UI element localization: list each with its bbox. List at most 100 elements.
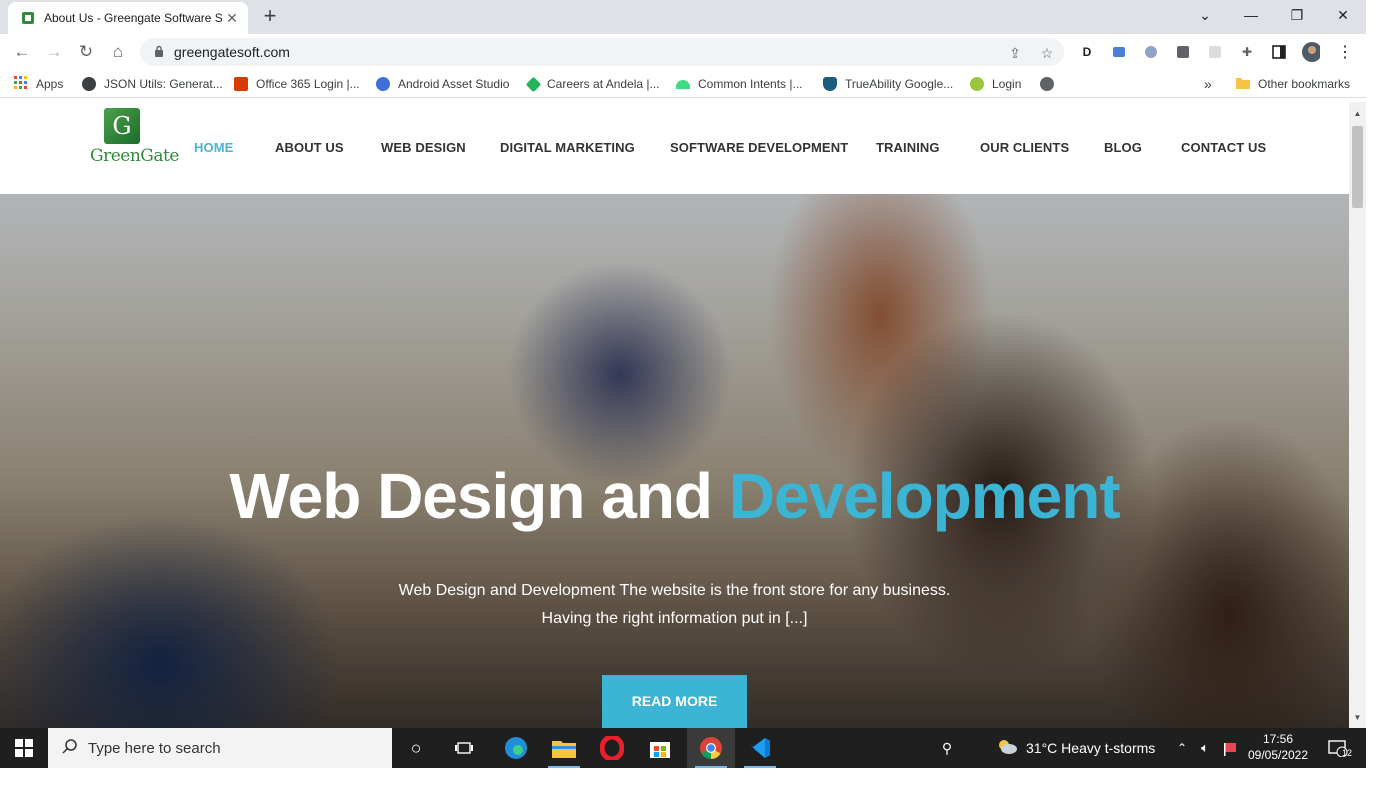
nav-digital-marketing[interactable]: DIGITAL MARKETING [500, 140, 635, 155]
nav-home[interactable]: HOME [194, 140, 233, 155]
new-tab-icon[interactable]: + [258, 5, 282, 29]
extension-box-icon[interactable] [1174, 43, 1192, 61]
bookmark-apps[interactable]: Apps [14, 75, 63, 93]
nav-about-us[interactable]: ABOUT US [275, 140, 344, 155]
share-icon[interactable]: ⇪ [1006, 44, 1024, 62]
profile-avatar[interactable] [1302, 42, 1320, 62]
edge-icon[interactable] [492, 728, 540, 768]
file-explorer-icon[interactable] [540, 728, 588, 768]
weather-text: 31°C Heavy t-storms [1026, 740, 1156, 756]
nav-contact-us[interactable]: CONTACT US [1181, 140, 1266, 155]
nav-web-design[interactable]: WEB DESIGN [381, 140, 466, 155]
bookmark-label: JSON Utils: Generat... [104, 77, 223, 91]
page-scrollbar[interactable]: ▲ ▼ [1349, 102, 1366, 728]
chrome-icon[interactable] [687, 728, 735, 768]
bookmark-common-intents[interactable]: Common Intents |... [676, 75, 803, 93]
bookmark-label: Common Intents |... [698, 77, 803, 91]
web-page: G GreenGate HOME ABOUT US WEB DESIGN DIG… [0, 102, 1349, 728]
system-clock[interactable]: 17:56 09/05/2022 [1244, 731, 1312, 763]
bookmark-star-icon[interactable]: ☆ [1038, 44, 1056, 62]
json-utils-icon [82, 77, 96, 91]
taskbar-search-input[interactable]: Type here to search [48, 728, 392, 768]
bookmarks-bar: Apps JSON Utils: Generat... Office 365 L… [0, 70, 1366, 98]
action-center-icon[interactable]: 12 [1318, 728, 1358, 768]
nav-our-clients[interactable]: OUR CLIENTS [980, 140, 1069, 155]
reload-icon[interactable]: ↻ [74, 40, 98, 64]
extensions-puzzle-icon[interactable]: ✚ [1238, 43, 1256, 61]
back-icon[interactable]: ← [10, 40, 34, 64]
hero-subtitle: Web Design and Development The website i… [0, 577, 1349, 633]
scroll-down-icon[interactable]: ▼ [1349, 710, 1366, 726]
andela-icon [525, 76, 542, 92]
logo-mark: G [104, 108, 140, 144]
windows-start-icon[interactable] [0, 728, 48, 768]
address-bar[interactable]: greengatesoft.com ⇪ ☆ [140, 38, 1064, 66]
scroll-up-icon[interactable]: ▲ [1349, 106, 1366, 122]
office-icon [234, 77, 248, 91]
notification-count: 12 [1342, 748, 1353, 758]
extension-translate-icon[interactable] [1110, 43, 1128, 61]
browser-toolbar: ← → ↻ ⌂ greengatesoft.com ⇪ ☆ D ✚ ⋮ [0, 34, 1366, 70]
home-icon[interactable]: ⌂ [106, 40, 130, 64]
minimize-icon[interactable]: — [1228, 0, 1274, 30]
vscode-running-indicator [744, 766, 776, 768]
cortana-icon[interactable]: ○ [396, 728, 436, 768]
trueability-icon [823, 77, 837, 91]
lock-icon [154, 45, 164, 60]
nav-blog[interactable]: BLOG [1104, 140, 1142, 155]
bookmark-login[interactable]: Login [970, 75, 1021, 93]
tab-search-icon[interactable]: ⌄ [1182, 0, 1228, 30]
extension-circle-icon[interactable] [1142, 43, 1160, 61]
nav-software-development[interactable]: SOFTWARE DEVELOPMENT [670, 140, 848, 155]
hero-subtitle-line2: Having the right information put in [...… [541, 610, 808, 627]
restore-icon[interactable]: ❐ [1274, 0, 1320, 30]
clock-time: 17:56 [1262, 732, 1294, 746]
microsoft-store-icon[interactable] [636, 728, 684, 768]
hero-title-white: Web Design and [229, 460, 713, 532]
bookmark-trueability[interactable]: TrueAbility Google... [823, 75, 953, 93]
extension-grey-icon[interactable] [1206, 43, 1224, 61]
bookmark-label: Office 365 Login |... [256, 77, 360, 91]
search-placeholder: Type here to search [88, 739, 221, 757]
close-tab-icon[interactable]: ✕ [224, 10, 240, 26]
folder-icon [1236, 77, 1250, 92]
bookmark-globe[interactable] [1040, 75, 1062, 93]
bookmark-label: Login [992, 77, 1022, 91]
menu-dots-icon[interactable]: ⋮ [1336, 43, 1354, 61]
volume-icon[interactable]: 🔈︎ [1195, 728, 1215, 768]
greengate-favicon-icon [20, 10, 36, 26]
extension-d-icon[interactable]: D [1078, 43, 1096, 61]
other-bookmarks[interactable]: Other bookmarks [1236, 75, 1350, 93]
globe-icon [1040, 77, 1054, 91]
weather-widget[interactable]: 31°C Heavy t-storms [996, 728, 1168, 768]
android-icon [676, 79, 690, 89]
bookmark-label: Apps [36, 77, 64, 91]
hero-subtitle-line1: Web Design and Development The website i… [398, 582, 951, 599]
task-view-icon[interactable] [444, 728, 484, 768]
opera-icon[interactable] [588, 728, 636, 768]
apps-grid-icon [14, 75, 28, 93]
site-header: G GreenGate HOME ABOUT US WEB DESIGN DIG… [0, 102, 1349, 194]
screen: About Us - Greengate Software S ✕ + ⌄ — … [0, 0, 1400, 789]
bookmark-android-asset-studio[interactable]: Android Asset Studio [376, 75, 509, 93]
forward-icon[interactable]: → [42, 40, 66, 64]
people-icon[interactable]: ⚲ [932, 728, 962, 768]
greengate-logo[interactable]: G GreenGate [90, 108, 179, 172]
bookmarks-overflow-icon[interactable]: » [1204, 75, 1212, 93]
browser-tab[interactable]: About Us - Greengate Software S ✕ [8, 2, 248, 34]
side-panel-icon[interactable] [1270, 43, 1288, 61]
bookmark-json-utils[interactable]: JSON Utils: Generat... [82, 75, 223, 93]
close-window-icon[interactable]: ✕ [1320, 0, 1366, 30]
nav-training[interactable]: TRAINING [876, 140, 940, 155]
tab-title: About Us - Greengate Software S [44, 11, 223, 25]
scroll-thumb[interactable] [1352, 126, 1363, 208]
vscode-icon[interactable] [736, 728, 784, 768]
bookmark-office-365[interactable]: Office 365 Login |... [234, 75, 360, 93]
login-icon [970, 77, 984, 91]
hidden-icons-chevron-icon[interactable]: ⌃ [1172, 728, 1192, 768]
read-more-button[interactable]: READ MORE [602, 675, 747, 728]
flag-notification-icon[interactable] [1218, 728, 1242, 768]
bookmark-label: TrueAbility Google... [845, 77, 954, 91]
bookmark-andela[interactable]: Careers at Andela |... [525, 75, 660, 93]
weather-cloud-icon [996, 737, 1018, 760]
